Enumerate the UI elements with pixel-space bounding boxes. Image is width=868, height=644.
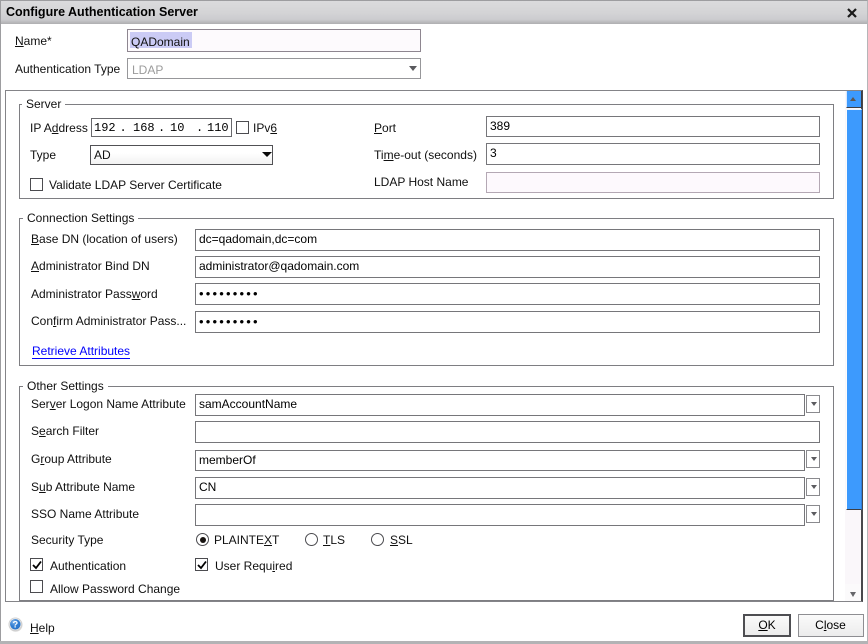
svg-text:?: ? [13, 620, 19, 630]
